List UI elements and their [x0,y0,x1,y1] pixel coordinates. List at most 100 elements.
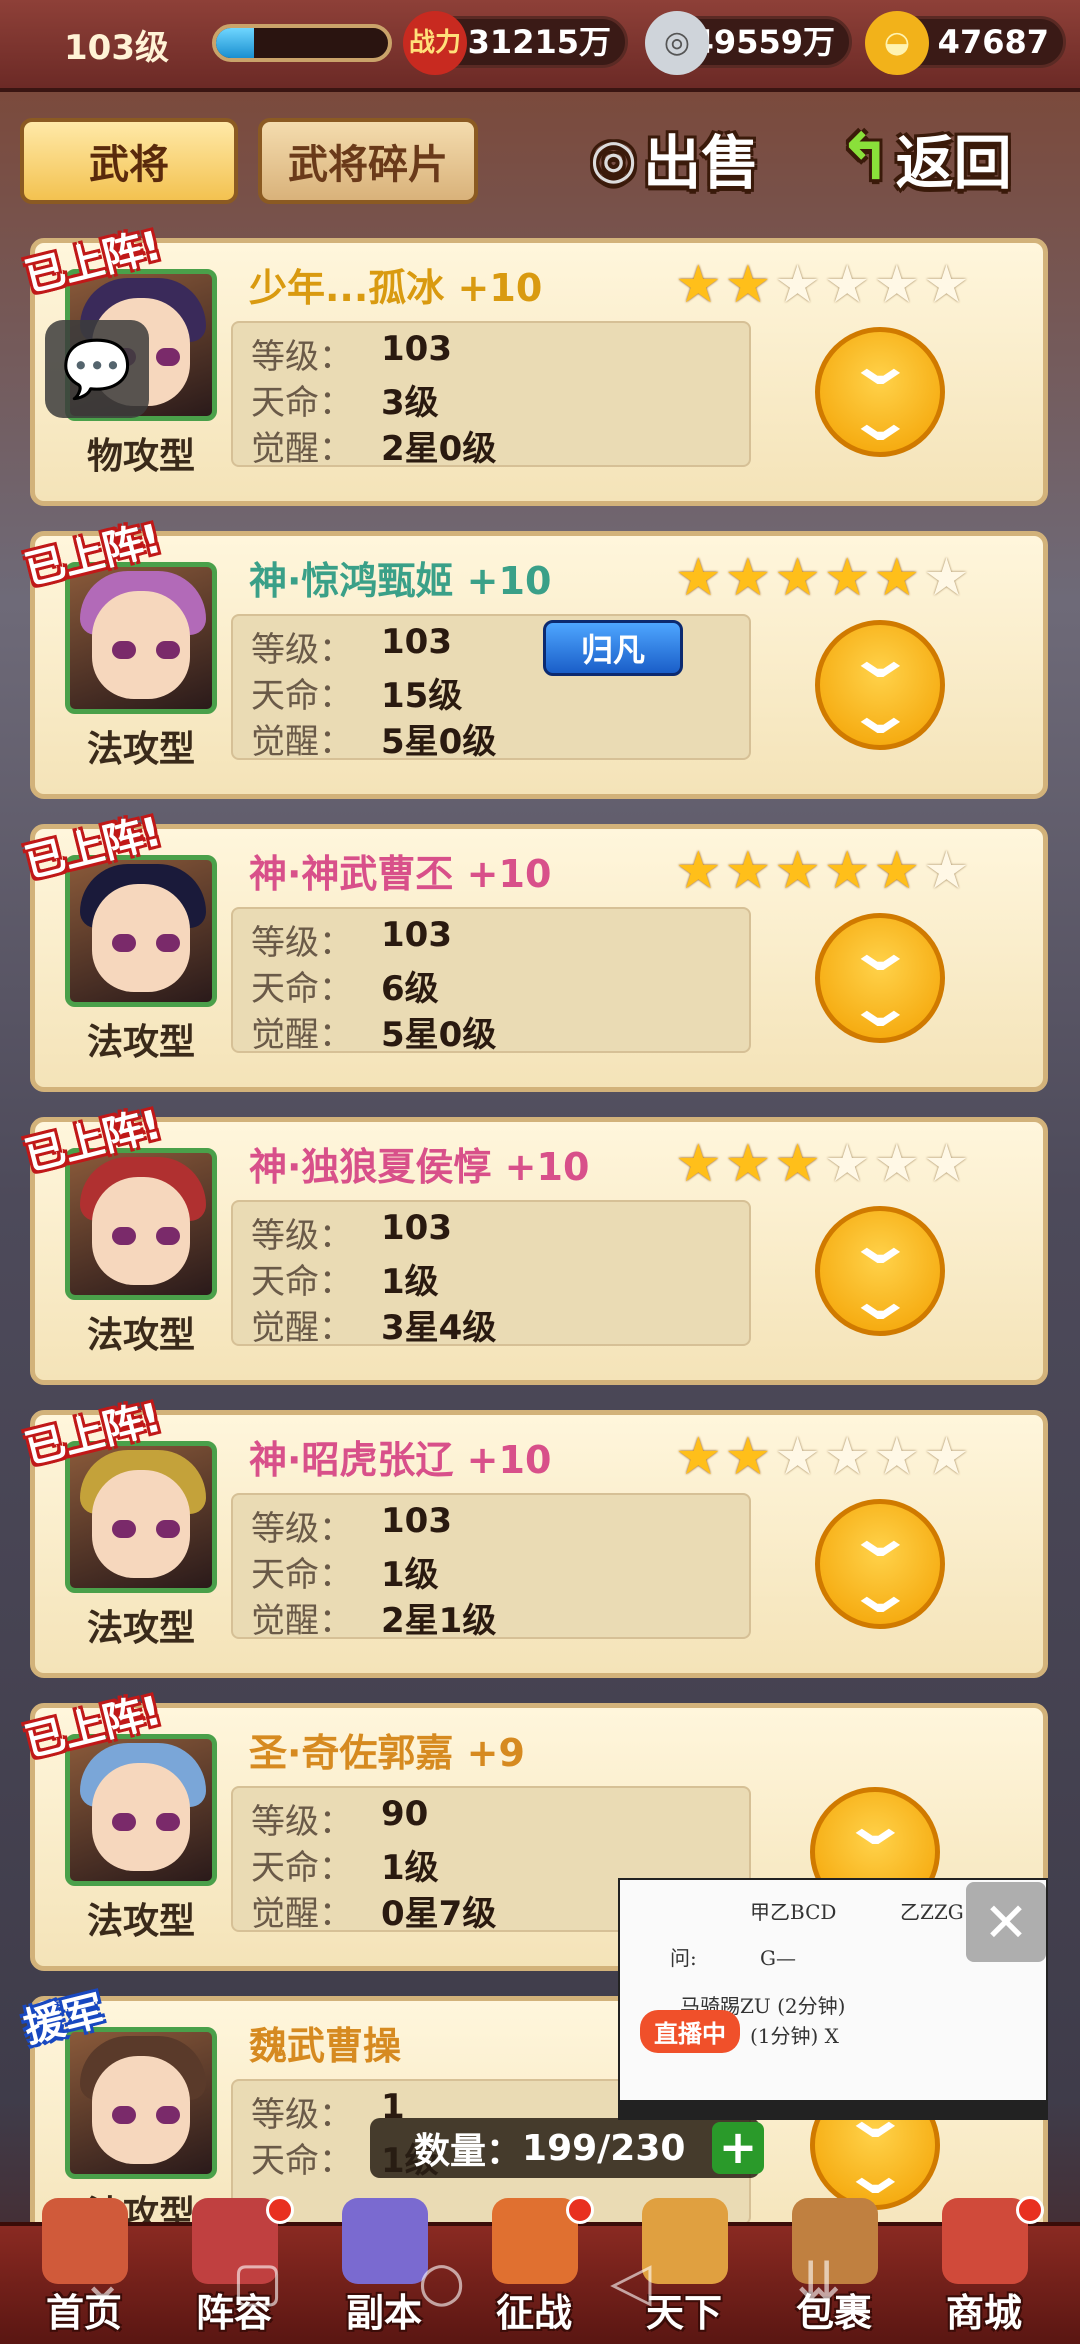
hero-name: 神·独狼夏侯惇 +10 [249,1145,590,1189]
stat-level-row: 等级： 1 [251,2087,405,2136]
coins-icon: ◎ [590,126,638,190]
stat-awaken-value: 0星7级 [381,1894,497,1934]
back-button[interactable]: ↰ 返回 [838,110,1012,206]
expand-button[interactable]: ⌄⌄ [815,620,945,750]
chat-bubbles-icon[interactable]: 💬 [45,320,149,418]
hero-stats-panel: 等级： 103 天命： 3级 觉醒： 2星0级 [231,321,751,469]
star-empty-icon: ★ [873,1134,921,1194]
hero-card[interactable]: 已上阵! 法攻型 神·昭虎张辽 +10 ★ ★ ★ ★ ★ ★ 等级： 103 天命： 1… [20,1395,1048,1678]
hero-portrait[interactable] [65,1441,217,1593]
power-icon: 战力 [403,11,467,75]
hero-stars: ★ ★ ★ ★ ★ ★ [675,1429,970,1485]
back-label: 返回 [895,129,1012,197]
star-filled-icon: ★ [774,548,821,608]
nav-item-label: 天下 [645,2291,722,2335]
stat-level-label: 等级： [251,923,353,963]
nav-item[interactable]: 天下 [624,2198,744,2344]
tab-heroes[interactable]: 武将 [20,118,238,204]
nav-item[interactable]: 阵容 [174,2196,294,2344]
hero-portrait[interactable] [65,2027,217,2179]
stat-level-value: 90 [381,1794,429,1834]
nav-item-label: 商城 [945,2291,1022,2335]
stat-awaken-row: 觉醒： 3星4级 [251,1300,496,1349]
quantity-bar: 数量： 199/230 + [370,2118,764,2178]
portrait-eye [112,934,136,952]
star-empty-icon: ★ [923,255,970,315]
ingot-display: ◒ 47687 [865,11,1066,75]
sell-button[interactable]: ◎ 出售 [590,110,759,206]
overlay-note-6: (1分钟) X [750,2024,839,2048]
hero-stars: ★ ★ ★ ★ ★ ★ [675,843,970,899]
stat-destiny-label: 天命： [251,2141,353,2181]
stat-destiny-label: 天命： [251,383,353,423]
nav-item-label: 首页 [45,2291,122,2335]
overlay-note-3: 问: [670,1946,697,1970]
stat-awaken-row: 觉醒： 2星1级 [251,1593,496,1642]
stat-level-label: 等级： [251,2095,353,2135]
nav-item[interactable]: 首页 [24,2198,144,2344]
hero-portrait[interactable] [65,562,217,714]
star-filled-icon: ★ [724,548,772,608]
nav-item-label: 包裹 [795,2291,872,2335]
double-chevron-down-icon: ⌄⌄ [843,1502,917,1626]
star-filled-icon: ★ [724,1134,772,1194]
tab-hero-shards[interactable]: 武将碎片 [258,118,478,204]
star-filled-icon: ★ [823,841,871,901]
hero-card[interactable]: 已上阵! 法攻型 神·惊鸿甄姬 +10 ★ ★ ★ ★ ★ ★ 等级： 103 天命： 1… [20,516,1048,799]
hero-portrait[interactable] [65,855,217,1007]
double-chevron-down-icon: ⌄⌄ [843,623,917,747]
stat-level-label: 等级： [251,337,353,377]
back-arrow-icon: ↰ [838,121,892,195]
stat-level-row: 等级： 103 [251,622,452,671]
top-status-bar: 103级 战力 231215万 ◎ 49559万 ◒ 47687 [0,0,1080,92]
expand-button[interactable]: ⌄⌄ [815,1206,945,1336]
stat-awaken-label: 觉醒： [251,1601,353,1641]
expand-button[interactable]: ⌄⌄ [815,1499,945,1629]
hero-tag-badge: 归凡 [543,620,683,676]
hero-type: 物攻型 [86,436,195,477]
nav-item[interactable]: 副本 [324,2198,444,2344]
portrait-eye [112,641,136,659]
hero-card[interactable]: 已上阵! 法攻型 神·独狼夏侯惇 +10 ★ ★ ★ ★ ★ ★ 等级： 103 天命： … [20,1102,1048,1385]
nav-item[interactable]: 商城 [924,2196,1044,2344]
hero-portrait[interactable] [65,1734,217,1886]
notification-dot [266,2196,294,2224]
power-display: 战力 231215万 [403,11,628,75]
nav-item[interactable]: 包裹 [774,2198,894,2344]
stat-destiny-row: 天命： 1级 [251,1254,439,1303]
stat-awaken-value: 2星1级 [381,1601,497,1641]
expand-button[interactable]: ⌄⌄ [815,327,945,457]
star-empty-icon: ★ [923,1427,970,1487]
close-icon[interactable]: ✕ [966,1882,1046,1962]
stat-level-label: 等级： [251,1509,353,1549]
star-filled-icon: ★ [774,841,821,901]
hero-portrait[interactable] [65,1148,217,1300]
star-empty-icon: ★ [873,255,921,315]
star-empty-icon: ★ [923,1134,970,1194]
stat-level-row: 等级： 103 [251,1208,452,1257]
notification-dot [1016,2196,1044,2224]
star-filled-icon: ★ [675,1427,722,1487]
coin-icon: ◎ [645,11,709,75]
expand-button[interactable]: ⌄⌄ [815,913,945,1043]
portrait-eye [112,2106,136,2124]
hero-stats-panel: 等级： 103 天命： 1级 觉醒： 3星4级 [231,1200,751,1349]
quantity-label: 数量： [414,2131,523,2172]
stat-destiny-label: 天命： [251,676,353,716]
stat-level-row: 等级： 90 [251,1794,428,1843]
stat-level-value: 103 [381,1208,452,1248]
nav-item-icon [792,2198,878,2284]
hero-card[interactable]: 已上阵! 物攻型 少年...孤冰 +10 ★ ★ ★ ★ ★ ★ 等级： 103 天命： … [20,223,1048,506]
nav-item[interactable]: 征战 [474,2196,594,2344]
add-capacity-button[interactable]: + [712,2122,764,2174]
nav-item-icon [642,2198,728,2284]
nav-item-icon [42,2198,128,2284]
star-filled-icon: ★ [675,548,722,608]
nav-item-label: 副本 [345,2291,422,2335]
stat-level-value: 103 [381,915,452,955]
star-filled-icon: ★ [873,841,921,901]
star-filled-icon: ★ [873,548,921,608]
hero-name: 圣·奇佐郭嘉 +9 [249,1731,525,1775]
hero-card[interactable]: 已上阵! 法攻型 神·神武曹丕 +10 ★ ★ ★ ★ ★ ★ 等级： 103 天命： 6… [20,809,1048,1092]
portrait-eye [112,1813,136,1831]
